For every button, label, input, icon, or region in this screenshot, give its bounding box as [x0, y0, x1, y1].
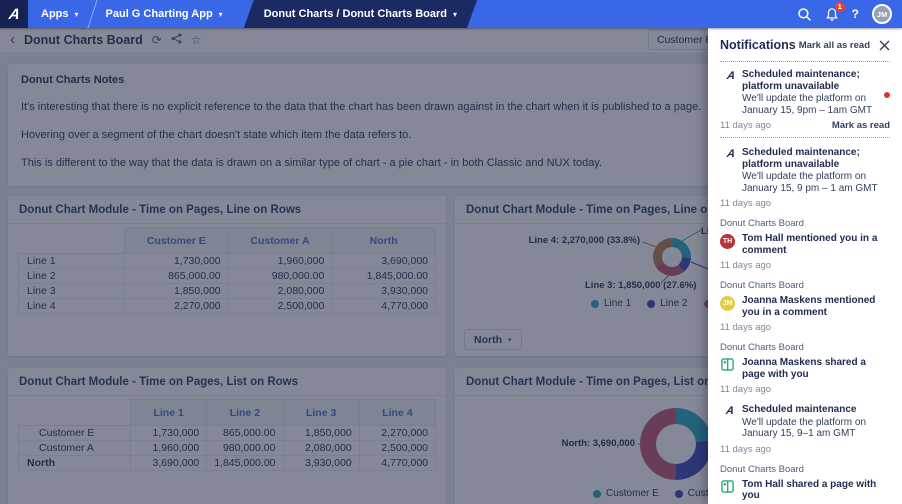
chevron-down-icon: ▾ [219, 10, 223, 19]
notification-item[interactable]: Donut Charts Board JM Joanna Maskens menti… [720, 280, 890, 333]
notification-item[interactable]: Donut Charts Board Tom Hall shared a page… [720, 464, 890, 504]
notification-title: Scheduled maintenance; platform unavaila… [742, 69, 882, 92]
anaplan-maintenance-icon: A [720, 69, 735, 116]
notifications-list: A Scheduled maintenance; platform unavail… [720, 61, 890, 504]
notifications-title: Notifications [720, 38, 796, 52]
notification-text: Joanna Maskens shared a page with you [742, 357, 882, 380]
notification-time: 11 days ago [720, 384, 771, 395]
unread-indicator [884, 92, 890, 98]
notification-item[interactable]: A Scheduled maintenanceWe'll update the p… [720, 404, 890, 455]
anaplan-logo[interactable]: A [0, 0, 28, 28]
notification-text: We'll update the platform on January 15,… [742, 417, 882, 440]
mark-all-as-read-link[interactable]: Mark all as read [799, 40, 870, 51]
close-icon[interactable] [879, 40, 890, 51]
app-window: A Apps ▾ Paul G Charting App ▾ Donut Chart… [0, 0, 902, 504]
notification-time: 11 days ago [720, 198, 771, 209]
notification-title: Scheduled maintenance; platform unavaila… [742, 147, 882, 170]
apps-menu[interactable]: Apps ▾ [28, 0, 92, 28]
notification-time: 11 days ago [720, 120, 771, 131]
notification-group-label: Donut Charts Board [720, 218, 890, 229]
chevron-down-icon: ▾ [453, 10, 457, 19]
notification-item[interactable]: A Scheduled maintenance; platform unavail… [720, 61, 890, 138]
notification-badge: 1 [835, 2, 845, 12]
top-nav: A Apps ▾ Paul G Charting App ▾ Donut Chart… [0, 0, 902, 28]
current-page-label: Donut Charts / Donut Charts Board [264, 8, 447, 20]
notification-text: We'll update the platform on January 15,… [742, 93, 882, 116]
notification-text: Tom Hall mentioned you in a comment [742, 233, 882, 256]
notification-text: Joanna Maskens mentioned you in a commen… [742, 295, 882, 318]
anaplan-maintenance-icon: A [720, 404, 735, 440]
user-avatar[interactable]: JM [872, 4, 892, 24]
notifications-header: Notifications Mark all as read [720, 38, 890, 52]
notification-item[interactable]: Donut Charts Board Joanna Maskens shared … [720, 342, 890, 395]
search-icon[interactable] [797, 7, 812, 22]
board-icon [720, 479, 735, 502]
help-icon[interactable]: ? [852, 7, 859, 21]
notification-title: Scheduled maintenance [742, 404, 882, 416]
user-avatar: TH [720, 233, 735, 256]
notification-time: 11 days ago [720, 444, 771, 455]
user-avatar: JM [720, 295, 735, 318]
anaplan-maintenance-icon: A [720, 147, 735, 194]
notification-text: Tom Hall shared a page with you [742, 479, 882, 502]
notification-time: 11 days ago [720, 322, 771, 333]
board-icon [720, 357, 735, 380]
notification-item[interactable]: A Scheduled maintenance; platform unavail… [720, 147, 890, 209]
notifications-bell-icon[interactable]: 1 [825, 7, 839, 22]
app-name-label: Paul G Charting App [106, 8, 213, 20]
notification-time: 11 days ago [720, 260, 771, 271]
notification-group-label: Donut Charts Board [720, 464, 890, 475]
notification-group-label: Donut Charts Board [720, 342, 890, 353]
app-selector[interactable]: Paul G Charting App ▾ [93, 0, 236, 28]
notification-item[interactable]: Donut Charts Board TH Tom Hall mentioned y… [720, 218, 890, 271]
notification-group-label: Donut Charts Board [720, 280, 890, 291]
notification-text: We'll update the platform on January 15,… [742, 171, 882, 194]
chevron-down-icon: ▾ [75, 10, 79, 19]
apps-menu-label: Apps [41, 8, 69, 20]
page-breadcrumb-selector[interactable]: Donut Charts / Donut Charts Board ▾ [244, 0, 477, 28]
topnav-actions: 1 ? JM [797, 4, 902, 24]
mark-as-read-link[interactable]: Mark as read [832, 120, 890, 131]
notifications-panel: Notifications Mark all as read A Schedule… [708, 28, 902, 504]
